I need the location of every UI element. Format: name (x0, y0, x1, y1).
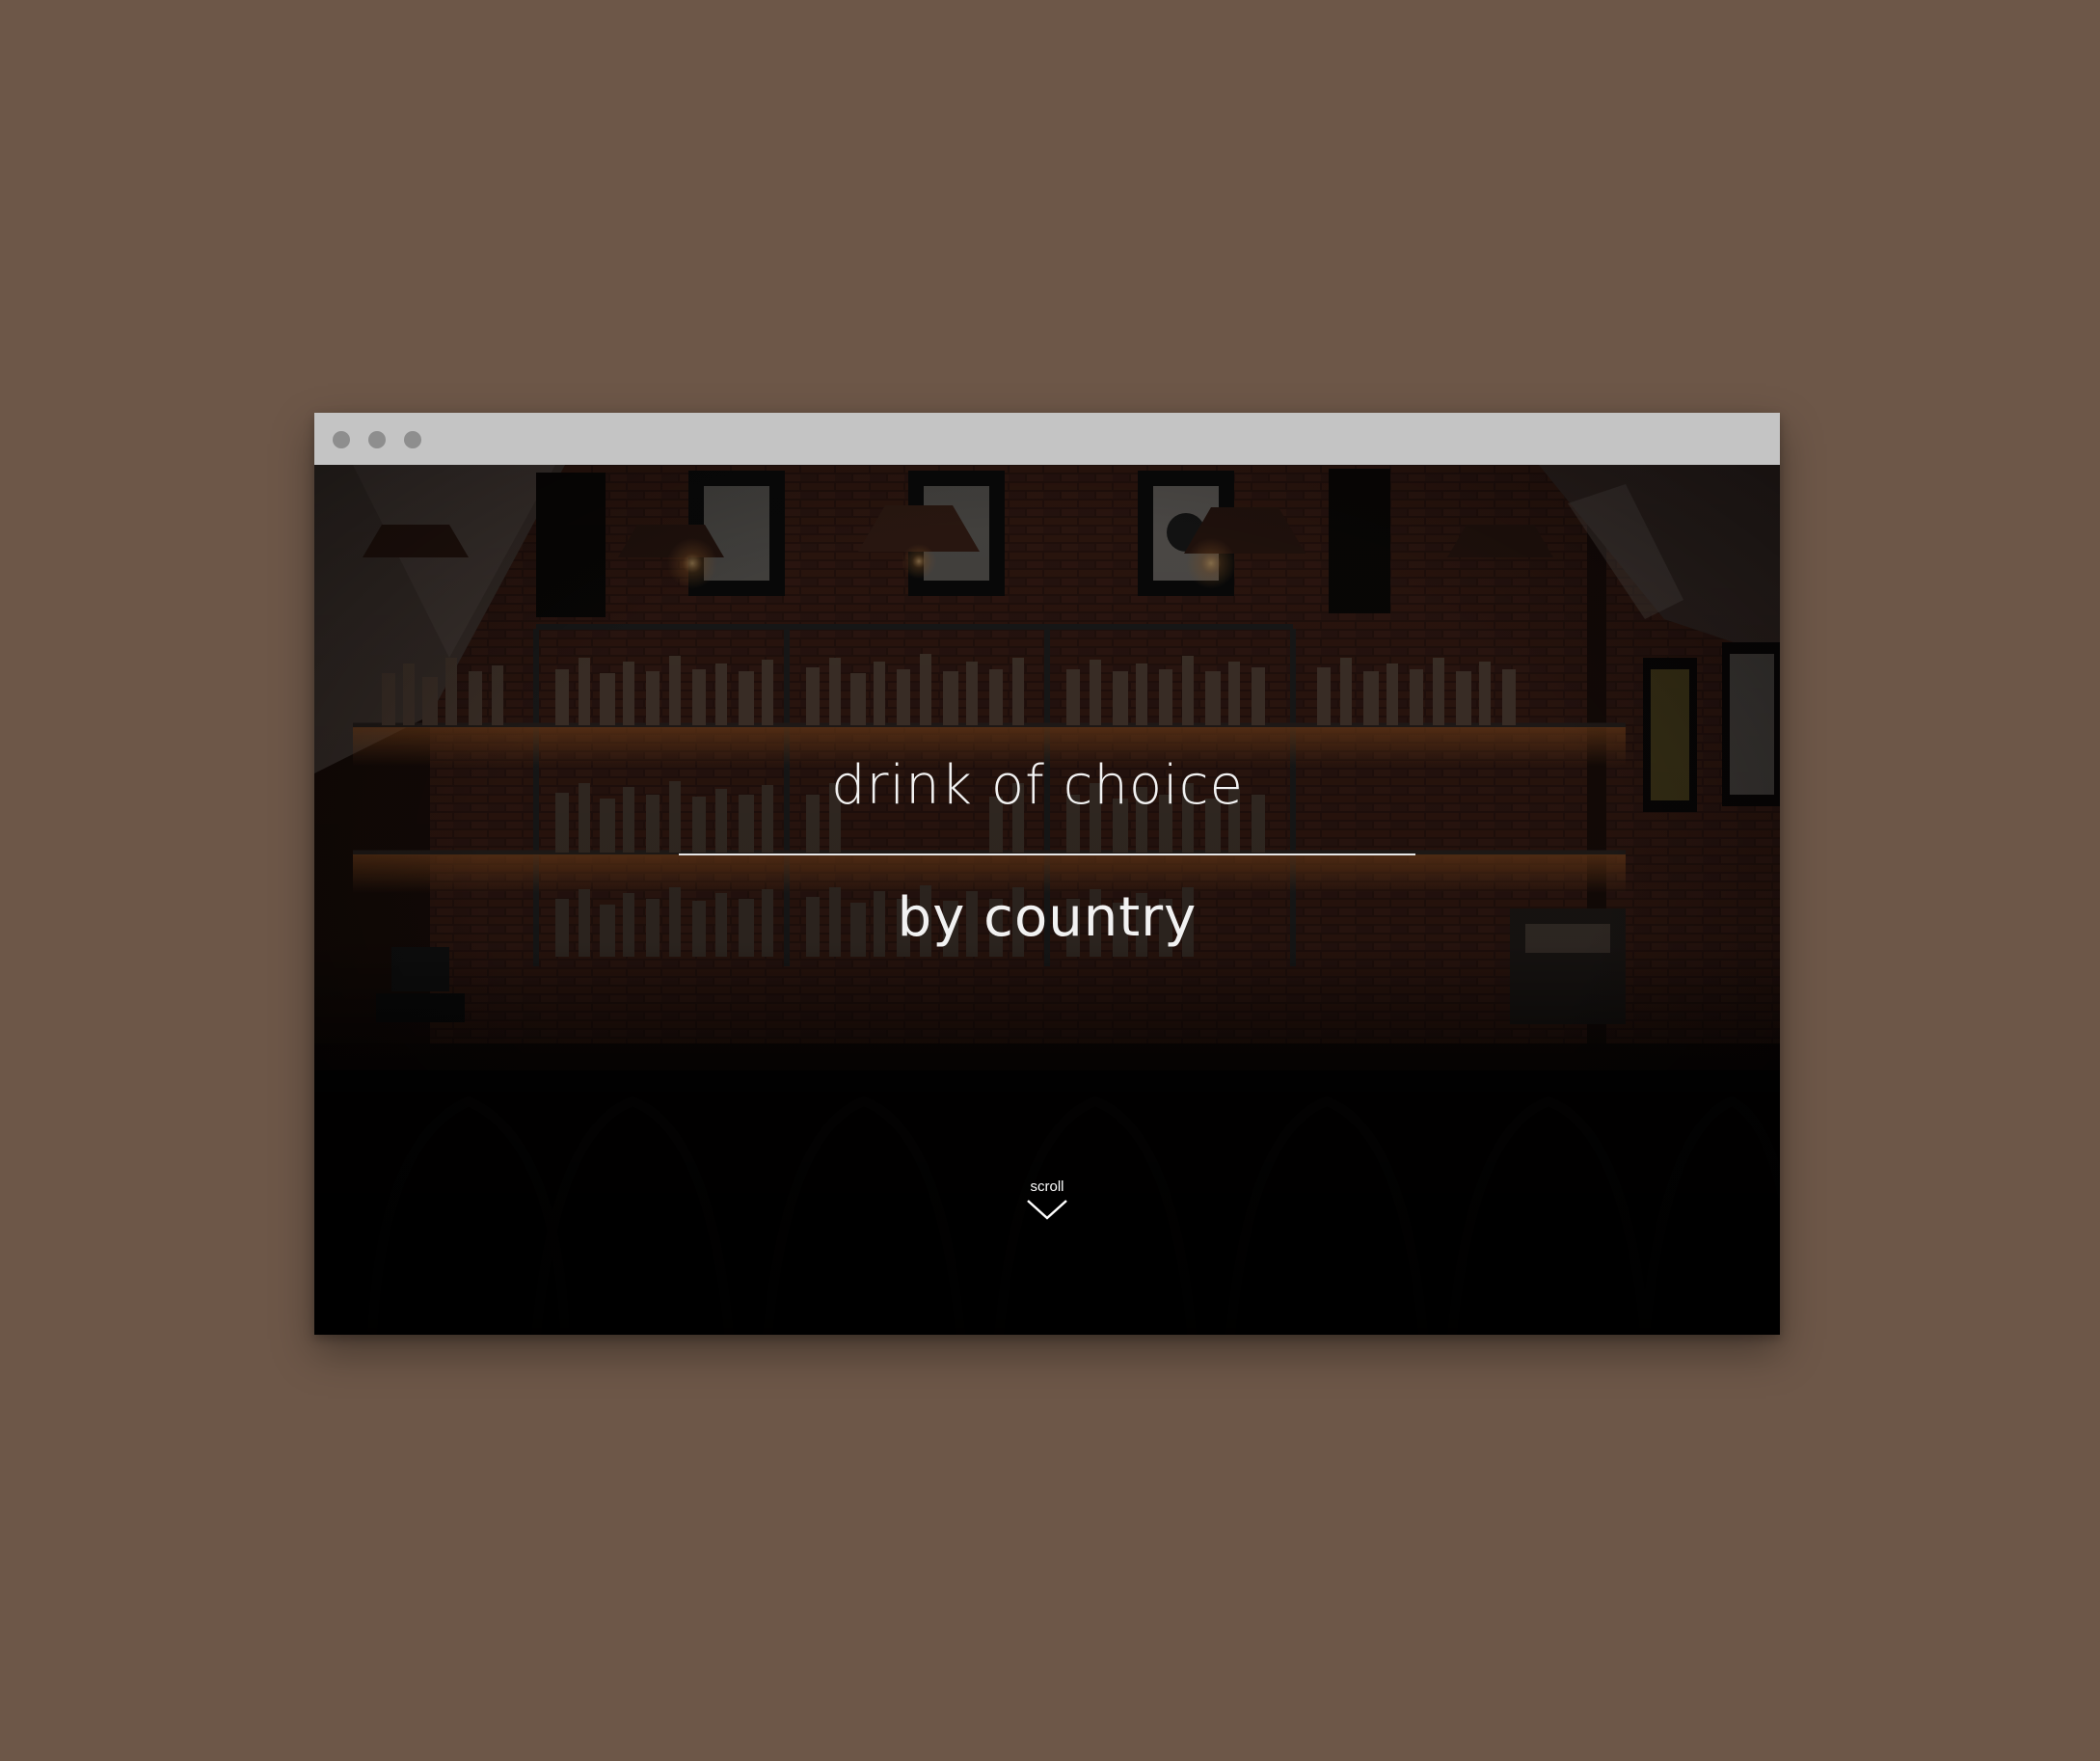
scroll-label: scroll (1030, 1179, 1064, 1195)
hero-title-line-1: drink of choice (831, 754, 1244, 817)
hero-title-line-2: by country (897, 886, 1198, 949)
window-maximize-dot[interactable] (404, 431, 421, 448)
hero-overlay: drink of choice by country scroll (314, 465, 1780, 1335)
scroll-button[interactable]: scroll (999, 1179, 1095, 1222)
hero-section: drink of choice by country scroll (314, 465, 1780, 1335)
browser-window: drink of choice by country scroll (314, 413, 1780, 1335)
window-minimize-dot[interactable] (368, 431, 386, 448)
browser-title-bar (314, 413, 1780, 465)
window-close-dot[interactable] (333, 431, 350, 448)
chevron-down-icon (1027, 1200, 1067, 1220)
hero-title-divider (679, 853, 1415, 855)
